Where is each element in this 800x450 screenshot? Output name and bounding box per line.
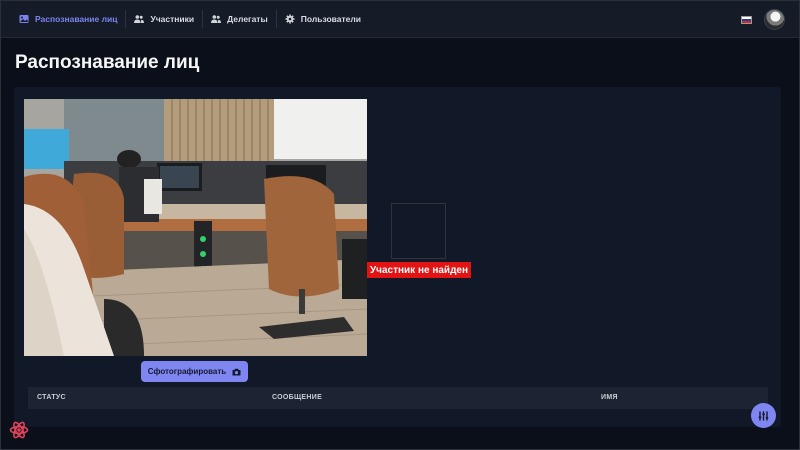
users-icon: [211, 15, 222, 23]
column-header-name[interactable]: ИМЯ: [601, 394, 618, 401]
ru-flag-icon[interactable]: [741, 15, 752, 24]
users-icon: [134, 15, 145, 23]
results-table-header: СТАТУС СООБЩЕНИЕ ИМЯ: [28, 387, 768, 409]
avatar[interactable]: [764, 9, 785, 30]
camera-feed: [24, 99, 367, 356]
nav-item-participants[interactable]: Участники: [126, 1, 202, 38]
page-title: Распознавание лиц: [15, 52, 200, 73]
camera-icon: [232, 368, 241, 375]
sliders-icon: [758, 410, 769, 421]
nav-item-label: Пользователи: [300, 14, 362, 24]
nav-item-users[interactable]: Пользователи: [277, 1, 369, 38]
nav-item-label: Участники: [150, 14, 195, 24]
column-header-message[interactable]: СООБЩЕНИЕ: [272, 394, 322, 401]
gear-icon: [285, 14, 295, 24]
nav-item-delegates[interactable]: Делегаты: [203, 1, 276, 38]
nav-item-face-recognition[interactable]: Распознавание лиц: [1, 1, 125, 38]
navbar-right: [741, 9, 785, 30]
column-header-status[interactable]: СТАТУС: [37, 394, 66, 401]
nav-item-label: Распознавание лиц: [35, 14, 118, 24]
nav-item-label: Делегаты: [227, 14, 268, 24]
capture-photo-button[interactable]: Сфотографировать: [141, 361, 248, 382]
top-navbar: Распознавание лиц Участники Делегаты Пол…: [1, 1, 799, 38]
image-icon: [19, 15, 29, 23]
settings-fab-button[interactable]: [751, 403, 776, 428]
face-preview-box: [391, 203, 446, 259]
react-logo-icon[interactable]: [9, 420, 29, 440]
results-table-body: [28, 409, 768, 423]
recognition-status-badge: Участник не найден: [367, 262, 471, 278]
capture-button-label: Сфотографировать: [147, 367, 227, 376]
